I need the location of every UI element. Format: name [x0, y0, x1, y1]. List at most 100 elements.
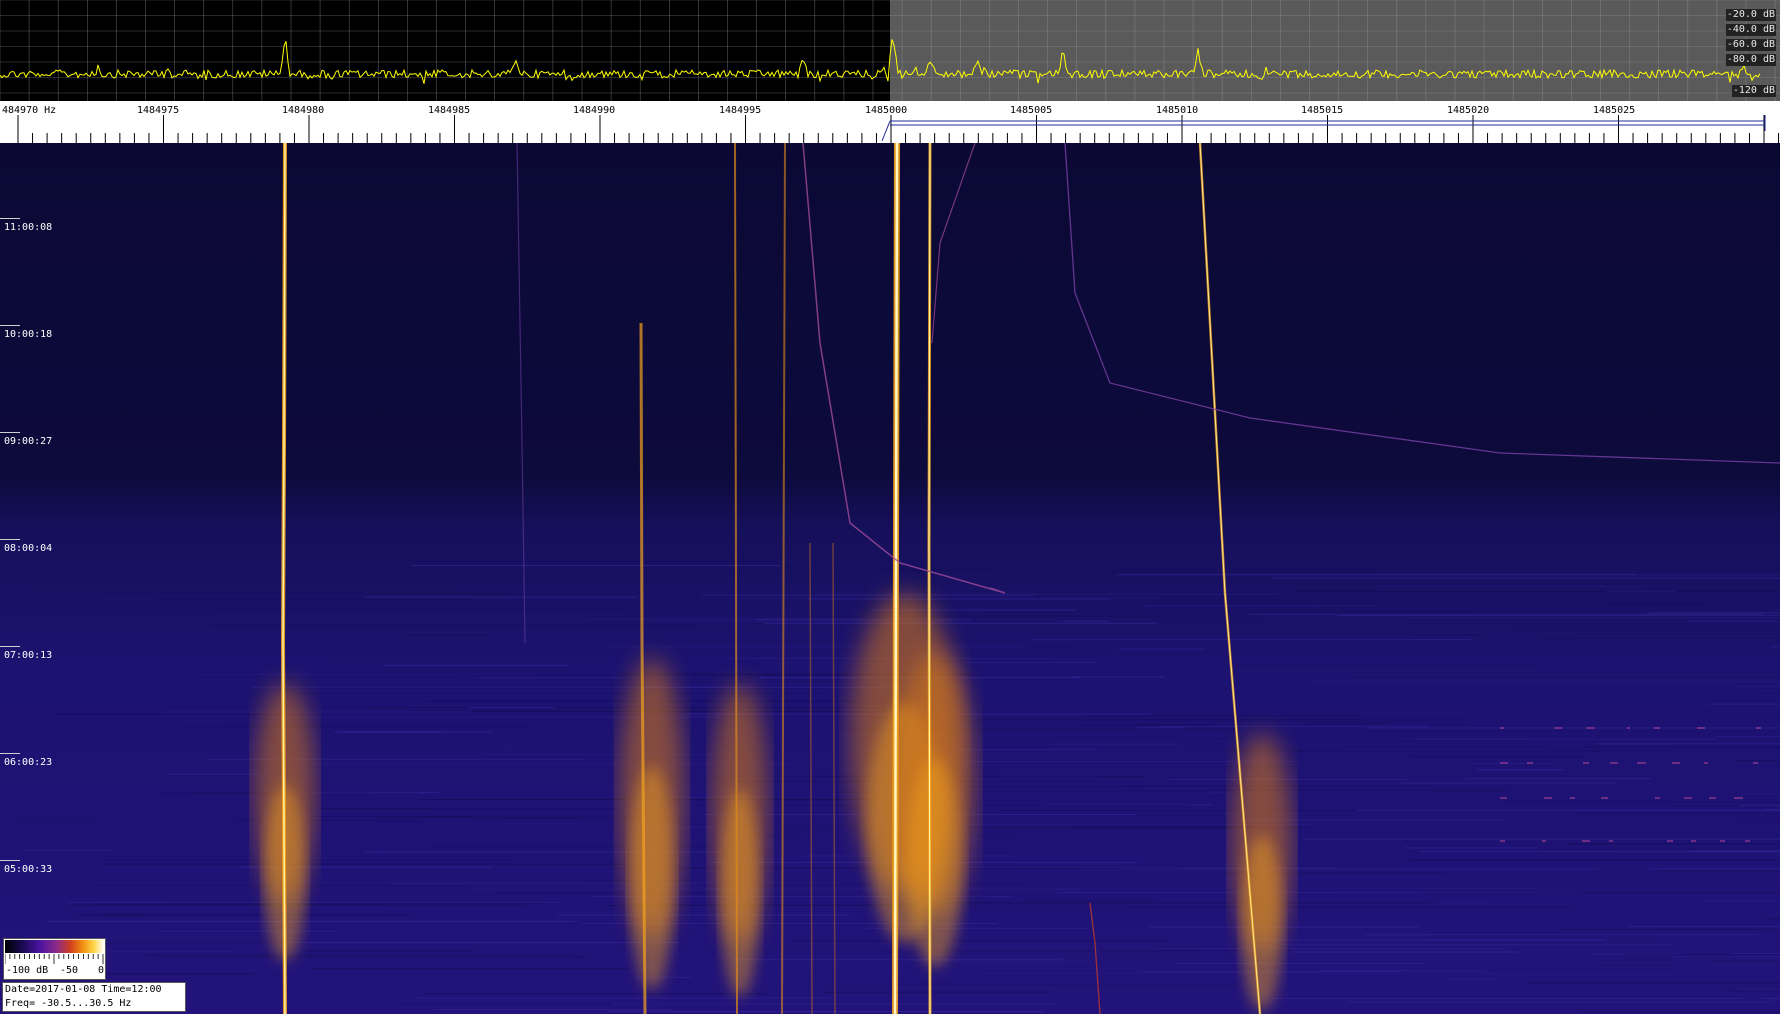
- noise-streak: [302, 950, 474, 952]
- noise-streak: [1158, 726, 1428, 727]
- noise-streak: [1449, 978, 1499, 980]
- noise-streak: [320, 808, 624, 809]
- time-label-5: 06:00:23: [4, 757, 53, 768]
- noise-dash: [1691, 840, 1696, 842]
- noise-streak: [1057, 891, 1583, 893]
- noise-streak: [1409, 859, 1780, 861]
- noise-streak: [611, 1003, 1057, 1005]
- noise-streak: [1725, 990, 1780, 992]
- noise-streak: [1337, 615, 1779, 616]
- time-tick: [0, 646, 20, 647]
- noise-streak: [1377, 585, 1642, 587]
- db-label-120: -120 dB: [1731, 85, 1776, 97]
- noise-streak: [23, 849, 113, 851]
- noise-streak: [1469, 763, 1556, 765]
- noise-streak: [103, 593, 511, 594]
- noise-streak: [1506, 630, 1780, 632]
- spectrum-plot[interactable]: [0, 0, 1780, 101]
- noise-streak: [1576, 633, 1780, 635]
- noise-streak: [1711, 960, 1780, 962]
- noise-dash: [1697, 727, 1705, 729]
- noise-dash: [1601, 797, 1608, 799]
- noise-streak: [1337, 887, 1538, 889]
- noise-streak: [1411, 756, 1587, 758]
- noise-streak: [783, 565, 950, 567]
- noise-streak: [1738, 805, 1780, 807]
- noise-streak: [1213, 738, 1254, 739]
- noise-streak: [1366, 727, 1780, 729]
- noise-streak: [1525, 982, 1780, 984]
- waterfall-display[interactable]: 11:00:08 10:00:18 09:00:27 08:00:04 07:0…: [0, 143, 1780, 1014]
- noise-dash: [1542, 840, 1546, 842]
- noise-streak: [104, 915, 147, 917]
- noise-streak: [1406, 617, 1780, 619]
- noise-dash: [1582, 840, 1590, 842]
- time-label-4: 07:00:13: [4, 650, 53, 661]
- noise-streak: [932, 950, 1238, 952]
- noise-streak: [383, 664, 569, 666]
- noise-streak: [1477, 769, 1566, 771]
- noise-streak: [824, 991, 1051, 993]
- noise-streak: [608, 1011, 1044, 1012]
- frequency-ruler[interactable]: 484970 Hz 1484975 1484980 1484985 148499…: [0, 101, 1780, 143]
- color-scale-ticks: [5, 954, 104, 964]
- noise-streak: [586, 618, 858, 620]
- time-tick: [0, 432, 20, 433]
- noise-streak: [477, 677, 628, 679]
- noise-streak: [1689, 850, 1780, 852]
- noise-streak: [997, 809, 1356, 811]
- noise-streak: [1764, 808, 1780, 810]
- noise-streak: [958, 961, 1093, 963]
- freq-label-11: 1485025: [1593, 105, 1635, 116]
- noise-streak: [1302, 838, 1780, 840]
- noise-dash: [1583, 762, 1589, 764]
- noise-streak: [1771, 646, 1780, 648]
- noise-streak: [1674, 955, 1780, 957]
- noise-streak: [338, 731, 444, 732]
- noise-streak: [1292, 590, 1780, 592]
- noise-streak: [1413, 634, 1486, 636]
- noise-streak: [281, 942, 679, 944]
- color-scale-min: -100 dB: [6, 965, 49, 976]
- noise-streak: [251, 686, 751, 688]
- noise-streak: [41, 581, 519, 583]
- noise-streak: [951, 792, 1231, 794]
- time-tick: [0, 218, 20, 219]
- noise-streak: [792, 940, 1166, 942]
- noise-streak: [764, 622, 1158, 624]
- noise-streak: [154, 599, 472, 601]
- freq-label-4: 1484990: [573, 105, 615, 116]
- noise-dash: [1655, 797, 1660, 799]
- noise-streak: [1595, 743, 1780, 745]
- signal-glow: [629, 766, 675, 990]
- noise-streak: [901, 785, 1427, 787]
- freq-range-label: Freq= -30.5...30.5 Hz: [5, 998, 132, 1009]
- noise-streak: [1306, 680, 1780, 682]
- info-box: Date=2017-01-08 Time=12:00 Freq= -30.5..…: [2, 982, 186, 1012]
- noise-dash: [1570, 797, 1575, 799]
- noise-dash: [1500, 727, 1504, 729]
- noise-dash: [1709, 797, 1716, 799]
- noise-dash: [1684, 797, 1692, 799]
- noise-streak: [1155, 948, 1507, 949]
- noise-streak: [29, 589, 458, 591]
- noise-streak: [1414, 738, 1716, 740]
- noise-streak: [14, 818, 96, 820]
- noise-streak: [160, 930, 338, 932]
- noise-streak: [1730, 953, 1780, 954]
- noise-streak: [365, 596, 638, 598]
- noise-streak: [54, 713, 287, 715]
- freq-label-9: 1485015: [1301, 105, 1343, 116]
- time-tick: [0, 753, 20, 754]
- noise-streak: [471, 711, 912, 713]
- noise-streak: [1365, 934, 1759, 936]
- spectrum-panel[interactable]: -20.0 dB -40.0 dB -60.0 dB -80.0 dB -120…: [0, 0, 1780, 101]
- noise-streak: [1306, 722, 1391, 724]
- spectrogram[interactable]: [0, 143, 1780, 1014]
- noise-streak: [1686, 620, 1780, 622]
- noise-streak: [1318, 604, 1740, 606]
- noise-streak: [310, 968, 630, 970]
- noise-streak: [1023, 900, 1155, 902]
- noise-streak: [1429, 935, 1655, 937]
- noise-streak: [1646, 612, 1780, 614]
